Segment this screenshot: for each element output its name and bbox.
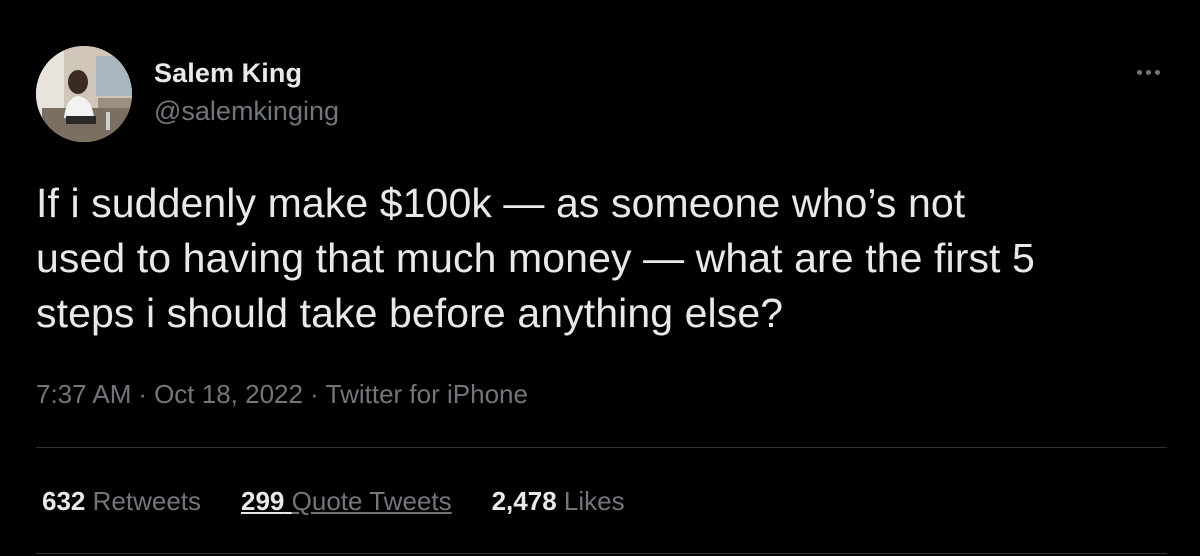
tweet-metadata: 7:37 AM · Oct 18, 2022 · Twitter for iPhone — [36, 378, 528, 410]
separator: · — [138, 379, 148, 409]
likes-label: Likes — [563, 486, 625, 516]
tweet-source[interactable]: Twitter for iPhone — [326, 379, 528, 409]
avatar[interactable] — [36, 46, 132, 142]
tweet-date[interactable]: Oct 18, 2022 — [154, 379, 303, 409]
separator: · — [309, 379, 319, 409]
more-horizontal-icon — [1136, 69, 1142, 75]
retweets-count: 632 — [42, 486, 86, 516]
tweet-text: If i suddenly make $100k — as someone wh… — [36, 180, 1035, 336]
quote-tweets-stat[interactable]: 299 Quote Tweets — [241, 484, 452, 518]
more-horizontal-icon-dot — [1145, 69, 1151, 75]
tweet-time[interactable]: 7:37 AM — [36, 379, 131, 409]
likes-count: 2,478 — [491, 486, 557, 516]
tweet-header: Salem King @salemkinging — [36, 46, 339, 142]
display-name[interactable]: Salem King — [154, 56, 339, 90]
divider — [36, 447, 1167, 448]
user-handle[interactable]: @salemkinging — [154, 94, 339, 128]
likes-stat[interactable]: 2,478 Likes — [492, 484, 625, 518]
user-names: Salem King @salemkinging — [154, 46, 339, 128]
retweets-label: Retweets — [92, 486, 202, 516]
divider — [36, 553, 1167, 554]
more-horizontal-icon-dot — [1154, 69, 1160, 75]
profile-photo-icon — [36, 46, 132, 142]
tweet-stats: 632 Retweets 299 Quote Tweets 2,478 Like… — [42, 484, 665, 518]
tweet-card: Salem King @salemkinging If i suddenly m… — [0, 0, 1200, 556]
more-options-button[interactable] — [1128, 58, 1168, 86]
quote-tweets-count: 299 — [241, 486, 285, 516]
retweets-stat[interactable]: 632 Retweets — [42, 484, 201, 518]
quote-tweets-label: Quote Tweets — [291, 486, 452, 516]
